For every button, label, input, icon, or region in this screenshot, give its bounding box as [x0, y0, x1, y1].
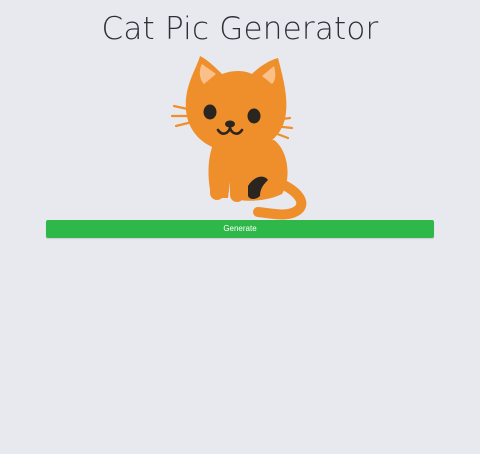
page-title: Cat Pic Generator: [101, 11, 379, 47]
generate-button[interactable]: Generate: [46, 220, 434, 238]
cat-icon: [170, 56, 307, 220]
